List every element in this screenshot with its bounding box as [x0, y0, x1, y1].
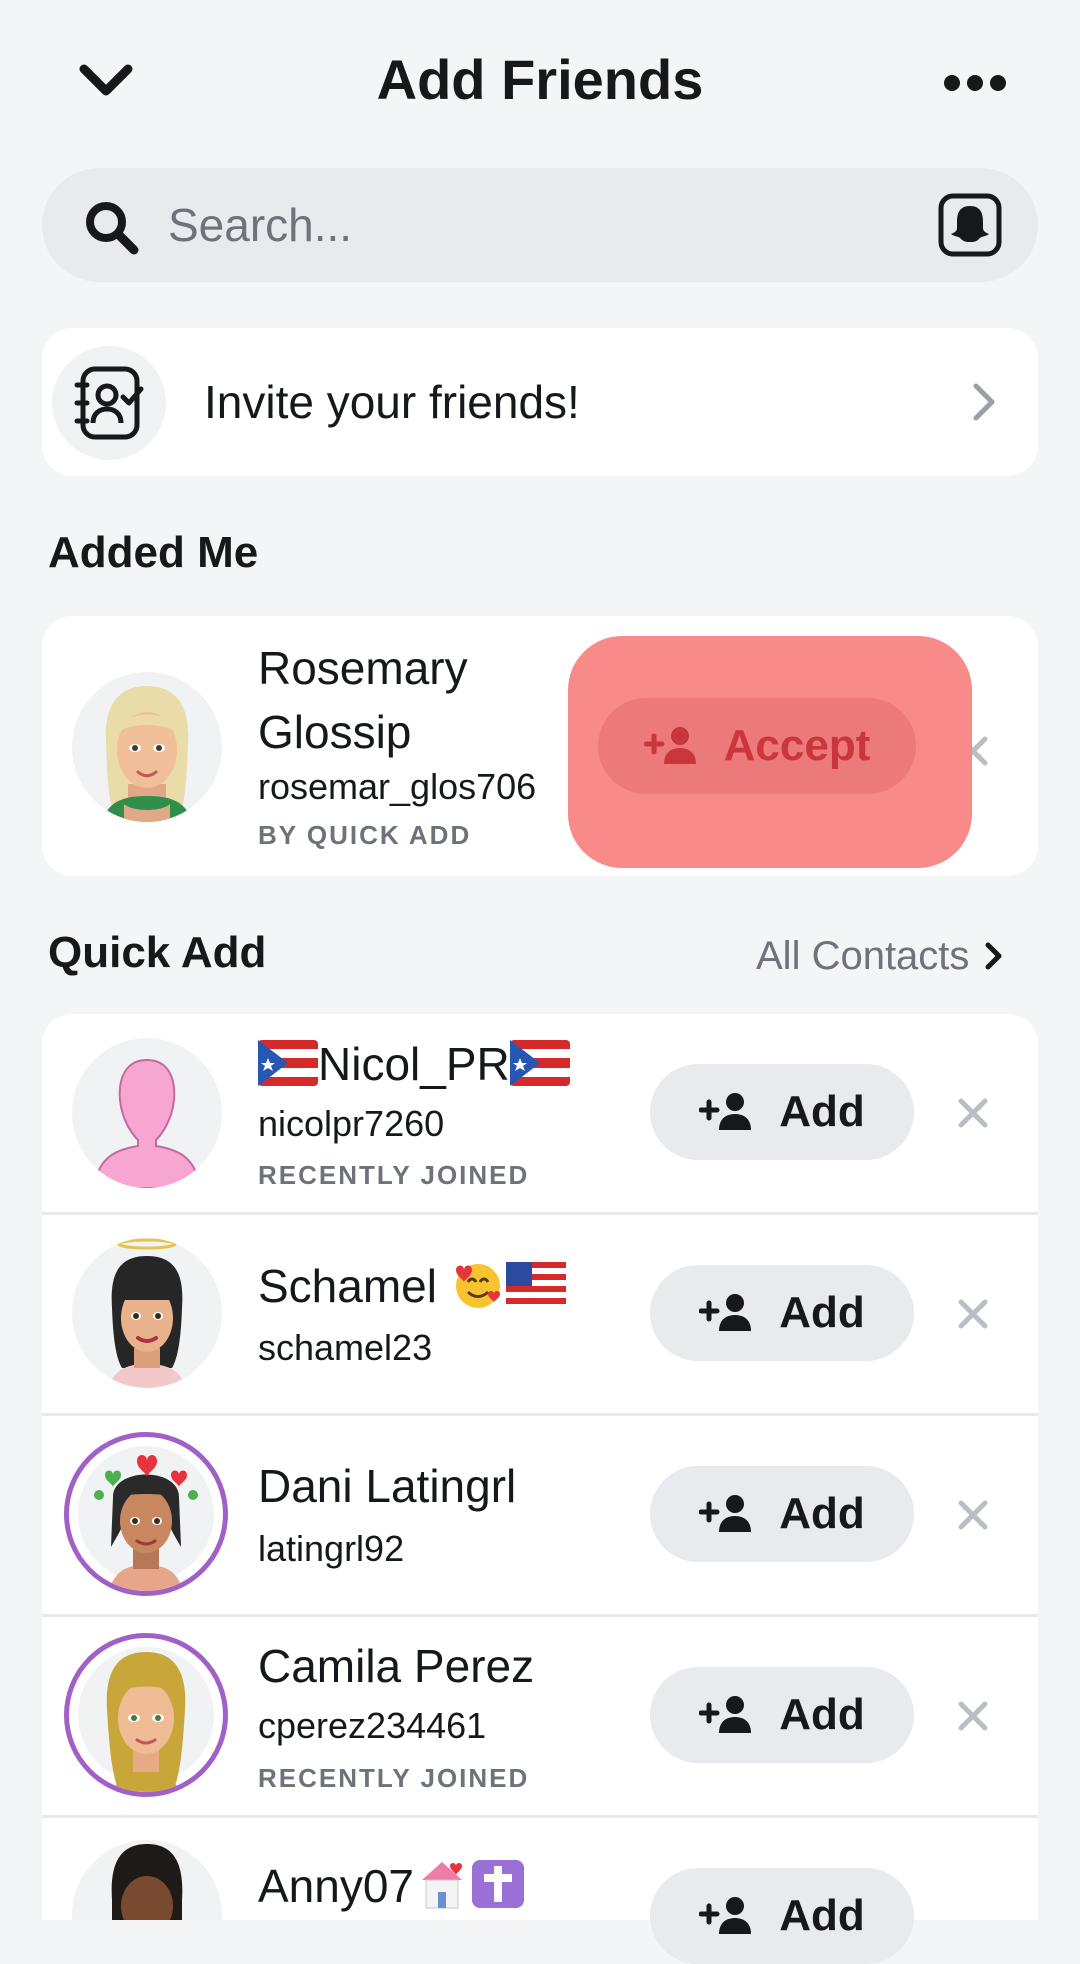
add-friend-icon	[699, 1294, 752, 1331]
dismiss-icon[interactable]	[956, 1096, 990, 1130]
friend-username: cperez234461	[258, 1705, 487, 1746]
more-horizontal-icon	[944, 75, 1006, 91]
add-button[interactable]: Add	[650, 1265, 914, 1361]
dismiss-icon[interactable]	[956, 1297, 990, 1331]
invite-label: Invite your friends!	[204, 376, 580, 428]
snapcode-scan-icon[interactable]	[937, 192, 1003, 258]
avatar-story-ring[interactable]	[64, 1432, 228, 1596]
bitmoji-avatar	[78, 1647, 214, 1792]
all-contacts-label: All Contacts	[756, 933, 970, 978]
dismiss-icon[interactable]	[956, 1699, 990, 1733]
invite-friends-card[interactable]: Invite your friends!	[42, 328, 1038, 476]
avatar[interactable]	[72, 672, 222, 822]
bitmoji-avatar	[102, 686, 192, 822]
chevron-right-icon	[973, 383, 995, 421]
dismiss-icon[interactable]	[956, 1498, 990, 1532]
friend-reason: RECENTLY JOINED	[258, 1160, 530, 1190]
friend-username: rosemar_glos706	[258, 766, 537, 807]
add-friend-icon	[643, 727, 696, 764]
add-label: Add	[779, 1087, 865, 1136]
add-label: Add	[779, 1891, 865, 1940]
avatar[interactable]	[72, 1238, 222, 1388]
search-bar[interactable]: Search...	[42, 168, 1038, 282]
friend-name: Schamel	[258, 1260, 437, 1312]
friend-name-row: Nicol_PR	[258, 1036, 570, 1092]
header: Add Friends	[0, 0, 1080, 165]
friend-username: schamel23	[258, 1327, 433, 1368]
friend-name-row: Schamel	[258, 1258, 566, 1314]
search-icon	[86, 202, 139, 255]
smiling-face-with-hearts-icon	[455, 1264, 500, 1308]
friend-reason: BY QUICK ADD	[258, 820, 472, 850]
bitmoji-avatar	[108, 1238, 186, 1388]
latin-cross-icon	[472, 1860, 525, 1908]
friend-name: Dani Latingrl	[258, 1460, 517, 1512]
add-button[interactable]: Add	[650, 1064, 914, 1160]
puerto-rico-flag-icon	[509, 1040, 570, 1086]
contacts-icon-container	[52, 346, 166, 460]
chevron-right-icon	[985, 942, 1002, 970]
accept-label: Accept	[723, 721, 871, 770]
default-avatar-icon	[92, 1058, 202, 1188]
friend-username: latingrl92	[258, 1528, 405, 1569]
add-friend-icon	[699, 1495, 752, 1532]
friend-name-line2: Glossip	[258, 706, 412, 758]
add-label: Add	[779, 1690, 865, 1739]
avatar[interactable]	[72, 1038, 222, 1188]
bitmoji-avatar	[78, 1446, 214, 1591]
contacts-book-icon	[74, 366, 144, 440]
friend-name: Nicol_PR	[318, 1038, 510, 1090]
add-button[interactable]: Add	[650, 1868, 914, 1964]
add-friend-icon	[699, 1093, 752, 1130]
search-input[interactable]: Search...	[168, 168, 352, 282]
add-label: Add	[779, 1489, 865, 1538]
friend-name: Anny07	[258, 1860, 415, 1912]
avatar-story-ring[interactable]	[64, 1633, 228, 1797]
add-label: Add	[779, 1288, 865, 1337]
add-friend-icon	[699, 1897, 752, 1934]
section-title-added-me: Added Me	[48, 528, 259, 577]
page-title: Add Friends	[376, 48, 704, 111]
add-button[interactable]: Add	[650, 1667, 914, 1763]
us-flag-icon	[505, 1262, 566, 1308]
add-button[interactable]: Add	[650, 1466, 914, 1562]
friend-name-line1: Rosemary	[258, 642, 468, 694]
more-options-button[interactable]	[935, 58, 1015, 108]
friend-name-row: Anny07	[258, 1858, 526, 1914]
add-friend-icon	[699, 1696, 752, 1733]
friend-name: Camila Perez	[258, 1640, 535, 1692]
section-title-quick-add: Quick Add	[48, 928, 267, 977]
puerto-rico-flag-icon	[258, 1040, 318, 1086]
friend-reason: RECENTLY JOINED	[258, 1763, 530, 1793]
wedding-chapel-icon	[422, 1862, 463, 1909]
accept-button[interactable]: Accept	[598, 698, 916, 794]
all-contacts-link[interactable]: All Contacts	[756, 928, 1005, 984]
friend-username: nicolpr7260	[258, 1103, 445, 1144]
